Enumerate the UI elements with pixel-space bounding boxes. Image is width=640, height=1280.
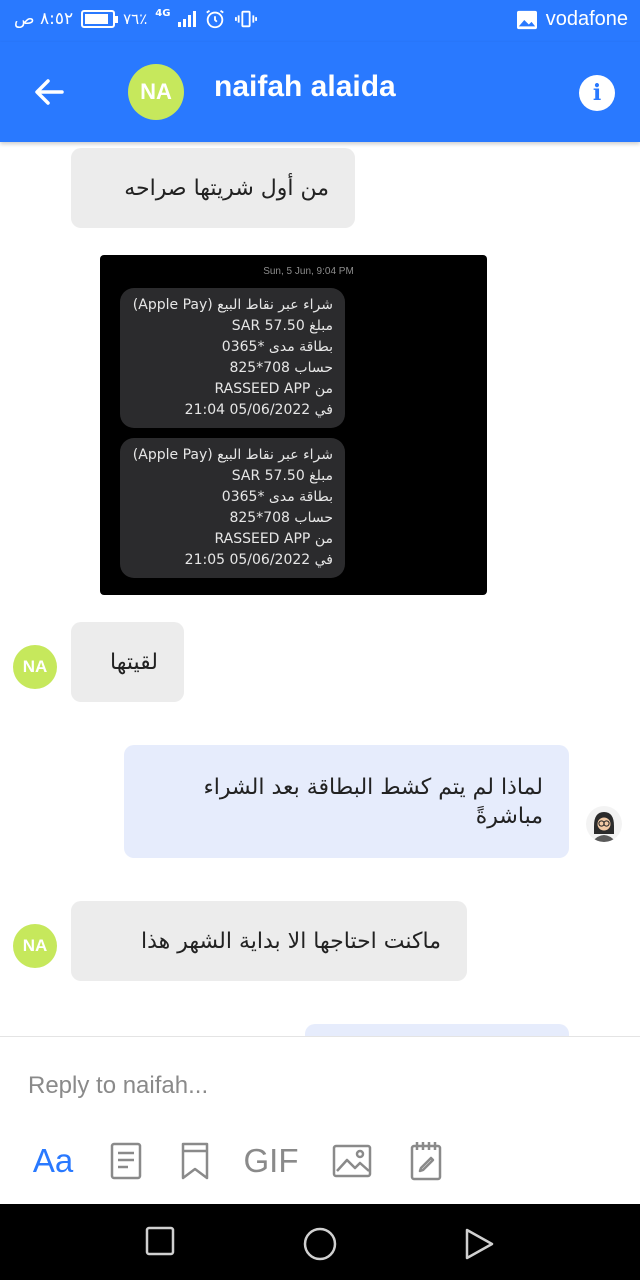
text-format-button[interactable]: Aa: [28, 1137, 78, 1185]
status-right: vodafone: [516, 8, 628, 31]
composer: Aa GIF: [0, 1036, 640, 1204]
sms-line: من RASSEED APP: [214, 531, 333, 547]
bookmark-icon: [181, 1142, 209, 1180]
sms-line: في 05/06/2022 21:04: [184, 402, 333, 418]
vibrate-icon: [235, 10, 258, 28]
document-button[interactable]: [108, 1137, 144, 1185]
sms-line: شراء عبر نقاط البيع (Apple Pay): [132, 297, 333, 313]
sender-avatar[interactable]: NA: [13, 645, 57, 689]
edit-note-icon: [410, 1142, 442, 1181]
sms-line: مبلغ SAR 57.50: [231, 318, 333, 334]
image-notification-icon: [516, 10, 537, 29]
image-button[interactable]: [332, 1137, 372, 1185]
sms-line: بطاقة مدى *0365: [221, 489, 333, 505]
message-bubble-incoming[interactable]: ماكنت احتاجها الا بداية الشهر هذا: [71, 901, 467, 981]
signal-icon: [178, 11, 197, 27]
message-text: ماكنت احتاجها الا بداية الشهر هذا: [140, 928, 441, 954]
message-bubble-outgoing[interactable]: لماذا لم يتم كشط البطاقة بعد الشراء مباش…: [124, 745, 569, 858]
reply-input[interactable]: [28, 1069, 608, 1103]
user-avatar-icon: [592, 812, 616, 842]
contact-name[interactable]: naifah alaida: [214, 70, 396, 104]
message-text: مباشرةً: [475, 803, 543, 829]
back-button[interactable]: [30, 72, 70, 112]
conversation-header: NA naifah alaida i: [0, 42, 640, 142]
message-bubble-incoming[interactable]: لقيتها: [71, 622, 184, 702]
sms-line: في 05/06/2022 21:05: [184, 552, 333, 568]
sms-line: حساب 708*825: [229, 510, 333, 526]
message-text: لقيتها: [110, 649, 158, 675]
system-navigation-bar: [0, 1204, 640, 1280]
attached-image-sms-screenshot[interactable]: Sun, 5 Jun, 9:04 PM شراء عبر نقاط البيع …: [100, 255, 487, 595]
home-button[interactable]: [300, 1224, 340, 1264]
sms-line: مبلغ SAR 57.50: [231, 468, 333, 484]
sms-bubble: شراء عبر نقاط البيع (Apple Pay) مبلغ SAR…: [120, 438, 345, 578]
info-button[interactable]: i: [579, 75, 615, 111]
contact-avatar[interactable]: NA: [128, 64, 184, 120]
square-icon: [145, 1226, 175, 1256]
sms-bubble: شراء عبر نقاط البيع (Apple Pay) مبلغ SAR…: [120, 288, 345, 428]
sms-line: شراء عبر نقاط البيع (Apple Pay): [132, 447, 333, 463]
message-bubble-outgoing-partial[interactable]: [305, 1024, 569, 1036]
status-left: ٨:٥٢ ص ٧٦٪ 4G: [14, 8, 258, 30]
sms-date: Sun, 5 Jun, 9:04 PM: [263, 266, 354, 277]
carrier-name: vodafone: [545, 8, 628, 30]
image-icon: [332, 1144, 372, 1178]
triangle-back-icon: [465, 1228, 494, 1260]
recents-button[interactable]: [143, 1224, 183, 1264]
document-icon: [110, 1142, 142, 1180]
message-list[interactable]: من أول شريتها صراحه Sun, 5 Jun, 9:04 PM …: [0, 142, 640, 1036]
battery-percent: ٧٦٪: [123, 10, 148, 28]
gif-button[interactable]: GIF: [244, 1137, 299, 1185]
arrow-left-icon: [35, 79, 64, 105]
sms-line: بطاقة مدى *0365: [221, 339, 333, 355]
circle-icon: [303, 1227, 337, 1261]
network-type: 4G: [155, 8, 171, 19]
alarm-icon: [206, 9, 225, 29]
clock: ٨:٥٢ ص: [14, 9, 74, 29]
info-icon: i: [592, 80, 602, 106]
message-text: من أول شريتها صراحه: [124, 175, 329, 201]
sms-line: حساب 708*825: [229, 360, 333, 376]
note-button[interactable]: [409, 1137, 443, 1185]
status-bar: ٨:٥٢ ص ٧٦٪ 4G vodafone: [0, 0, 640, 42]
sms-line: من RASSEED APP: [214, 381, 333, 397]
back-nav-button[interactable]: [460, 1224, 500, 1264]
sender-avatar[interactable]: NA: [13, 924, 57, 968]
message-text: لماذا لم يتم كشط البطاقة بعد الشراء: [203, 774, 543, 800]
self-avatar: [586, 806, 622, 842]
message-bubble-incoming[interactable]: من أول شريتها صراحه: [71, 148, 355, 228]
battery-icon: [81, 10, 119, 28]
bookmark-button[interactable]: [178, 1137, 212, 1185]
